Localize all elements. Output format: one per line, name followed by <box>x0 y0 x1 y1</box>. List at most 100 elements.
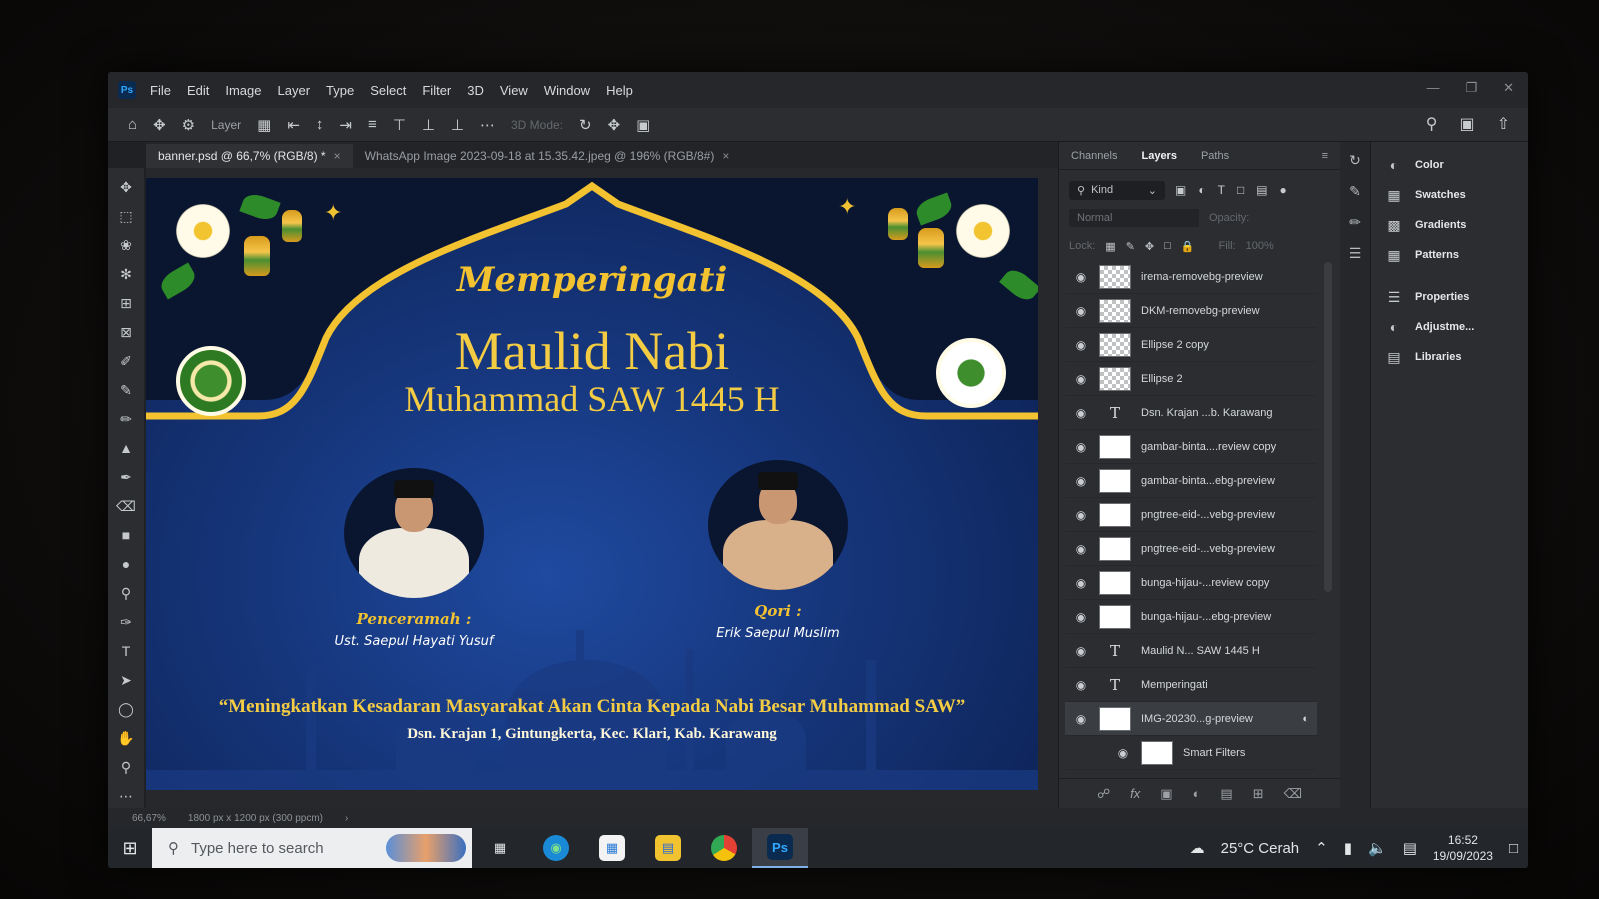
blur-tool-icon[interactable]: ● <box>115 555 137 573</box>
weather-text[interactable]: 25°C Cerah <box>1221 840 1300 857</box>
3d-camera-icon[interactable]: ▣ <box>636 116 650 134</box>
canvas-area[interactable]: ✦ ✦ Memperingati Maulid Nabi Muhammad SA… <box>146 168 1058 808</box>
adjustment-layer-icon[interactable]: ◐ <box>1193 786 1201 801</box>
layer-row[interactable]: ◉ T Dsn. Krajan ...b. Karawang <box>1065 396 1317 430</box>
dodge-tool-icon[interactable]: ⚲ <box>115 584 137 602</box>
layer-row[interactable]: ◉ pngtree-eid-...vebg-preview <box>1065 498 1317 532</box>
history-brush-icon[interactable]: ✒ <box>115 468 137 486</box>
lock-position-icon[interactable]: ✥ <box>1145 240 1154 253</box>
menu-select[interactable]: Select <box>370 83 406 98</box>
lock-pixels-icon[interactable]: ✎ <box>1126 240 1135 253</box>
layer-row[interactable]: ◉ bunga-hijau-...ebg-preview <box>1065 600 1317 634</box>
properties-panel-button[interactable]: ☰ Properties <box>1371 282 1528 312</box>
layer-row[interactable]: ◉ DKM-removebg-preview <box>1065 294 1317 328</box>
auto-select-icon[interactable]: ⚙ <box>182 116 195 134</box>
adjust-icon[interactable]: ☰ <box>1349 245 1362 262</box>
hand-tool-icon[interactable]: ✋ <box>115 729 137 747</box>
kind-filter-dropdown[interactable]: ⚲ Kind ⌄ <box>1069 180 1165 200</box>
store-icon[interactable]: ▦ <box>584 828 640 868</box>
history-icon[interactable]: ↻ <box>1349 152 1361 169</box>
windows-start-icon[interactable]: ⊞ <box>108 828 152 868</box>
libraries-panel-button[interactable]: ▤ Libraries <box>1371 342 1528 372</box>
layer-row[interactable]: ◉ T Maulid N... SAW 1445 H <box>1065 634 1317 668</box>
layer-row[interactable]: ◉ gambar-binta....review copy <box>1065 430 1317 464</box>
edge-browser-icon[interactable]: ◉ <box>528 828 584 868</box>
eye-icon[interactable]: ◉ <box>1073 542 1089 556</box>
path-select-tool-icon[interactable]: ➤ <box>115 671 137 689</box>
marquee-tool-icon[interactable]: ⬚ <box>115 207 137 225</box>
lasso-tool-icon[interactable]: ❀ <box>115 236 137 254</box>
layer-row[interactable]: ◉ Ellipse 2 <box>1065 362 1317 396</box>
eye-icon[interactable]: ◉ <box>1073 508 1089 522</box>
transform-controls-icon[interactable]: ▦ <box>257 116 271 134</box>
move-tool-icon[interactable]: ✥ <box>115 178 137 196</box>
chevron-up-icon[interactable]: ⌃ <box>1315 839 1328 857</box>
chrome-icon[interactable] <box>696 828 752 868</box>
3d-pan-icon[interactable]: ✥ <box>608 116 621 134</box>
menu-type[interactable]: Type <box>326 83 354 98</box>
tab-layers[interactable]: Layers <box>1141 150 1176 162</box>
link-layers-icon[interactable]: ☍ <box>1097 786 1110 802</box>
close-icon[interactable]: × <box>334 149 341 163</box>
lock-transparency-icon[interactable]: ▦ <box>1105 240 1115 253</box>
menu-file[interactable]: File <box>150 83 171 98</box>
healing-tool-icon[interactable]: ✎ <box>115 381 137 399</box>
menu-layer[interactable]: Layer <box>278 83 311 98</box>
notification-icon[interactable]: □ <box>1509 840 1518 857</box>
blend-mode-dropdown[interactable]: Normal <box>1069 209 1199 227</box>
layer-row[interactable]: ◉ T Memperingati <box>1065 668 1317 702</box>
eye-icon[interactable]: ◉ <box>1073 270 1089 284</box>
weather-icon[interactable]: ☁ <box>1190 839 1205 857</box>
panel-menu-icon[interactable]: ≡ <box>1322 150 1328 162</box>
filter-toggle-icon[interactable]: ● <box>1280 183 1287 197</box>
pen-tool-icon[interactable]: ✑ <box>115 613 137 631</box>
brush-settings-icon[interactable]: ✎ <box>1349 183 1361 200</box>
task-view-icon[interactable]: ▦ <box>472 828 528 868</box>
align-middle-icon[interactable]: ⊥ <box>422 116 435 134</box>
minimize-icon[interactable]: — <box>1426 80 1439 96</box>
banner-artboard[interactable]: ✦ ✦ Memperingati Maulid Nabi Muhammad SA… <box>146 178 1038 790</box>
tab-whatsapp-image[interactable]: WhatsApp Image 2023-09-18 at 15.35.42.jp… <box>353 144 742 168</box>
quick-select-tool-icon[interactable]: ✻ <box>115 265 137 283</box>
new-layer-icon[interactable]: ⊞ <box>1253 786 1264 802</box>
frame-tool-icon[interactable]: ⊠ <box>115 323 137 341</box>
fx-icon[interactable]: fx <box>1130 786 1140 801</box>
eye-icon[interactable]: ◉ <box>1115 746 1131 760</box>
clock[interactable]: 16:52 19/09/2023 <box>1433 832 1493 864</box>
align-right-icon[interactable]: ⇥ <box>339 116 352 134</box>
eye-icon[interactable]: ◉ <box>1073 338 1089 352</box>
close-window-icon[interactable]: ✕ <box>1503 80 1514 96</box>
eye-icon[interactable]: ◉ <box>1073 406 1089 420</box>
eye-icon[interactable]: ◉ <box>1073 372 1089 386</box>
smart-object-filter-icon[interactable]: ▤ <box>1256 183 1267 197</box>
lock-artboard-icon[interactable]: □ <box>1164 240 1171 252</box>
layer-row[interactable]: ◉ Ellipse 2 copy <box>1065 328 1317 362</box>
menu-window[interactable]: Window <box>544 83 590 98</box>
layer-row[interactable]: ◉ gambar-binta...ebg-preview <box>1065 464 1317 498</box>
taskbar-search-box[interactable]: ⚲ Type here to search <box>152 828 472 868</box>
3d-orbit-icon[interactable]: ↻ <box>579 116 592 134</box>
zoom-tool-icon[interactable]: ⚲ <box>115 758 137 776</box>
menu-filter[interactable]: Filter <box>422 83 451 98</box>
gradients-panel-button[interactable]: ▩ Gradients <box>1371 210 1528 240</box>
adjustments-panel-button[interactable]: ◐ Adjustme... <box>1371 312 1528 342</box>
menu-view[interactable]: View <box>500 83 528 98</box>
menu-image[interactable]: Image <box>225 83 261 98</box>
menu-3d[interactable]: 3D <box>467 83 484 98</box>
brush-tool-icon[interactable]: ✏ <box>115 410 137 428</box>
eye-icon[interactable]: ◉ <box>1073 610 1089 624</box>
layers-scrollbar[interactable] <box>1324 262 1332 592</box>
edit-toolbar-icon[interactable]: ⋯ <box>115 787 137 805</box>
eyedropper-tool-icon[interactable]: ✐ <box>115 352 137 370</box>
menu-help[interactable]: Help <box>606 83 633 98</box>
move-tool-icon[interactable]: ✥ <box>153 116 166 134</box>
eraser-tool-icon[interactable]: ⌫ <box>115 497 137 515</box>
align-left-icon[interactable]: ⇤ <box>287 116 300 134</box>
new-group-icon[interactable]: ▤ <box>1220 786 1232 802</box>
layer-row[interactable]: ◉ IMG-20230...g-preview ◐ <box>1065 702 1317 736</box>
zoom-level[interactable]: 66,67% <box>132 813 166 824</box>
align-top-icon[interactable]: ⊤ <box>393 116 406 134</box>
search-icon[interactable]: ⚲ <box>1426 114 1438 134</box>
layer-row[interactable]: ◉ irema-removebg-preview <box>1065 260 1317 294</box>
pixel-filter-icon[interactable]: ▣ <box>1175 183 1186 197</box>
